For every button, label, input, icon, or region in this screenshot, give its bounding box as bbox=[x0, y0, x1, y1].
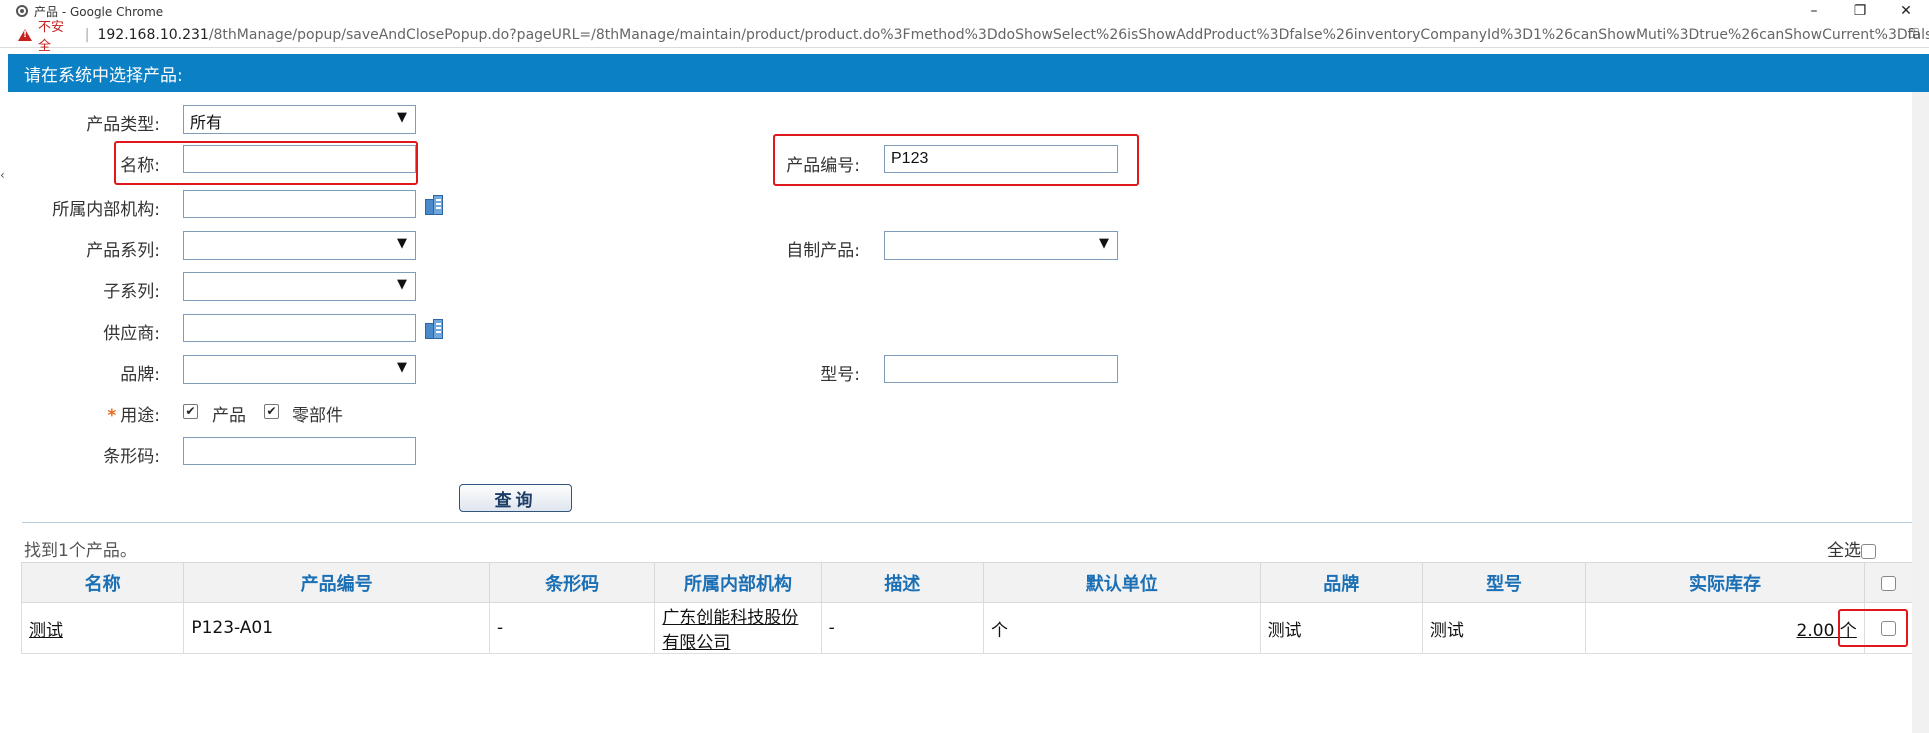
minimize-button[interactable]: – bbox=[1791, 0, 1837, 22]
window-titlebar: 产品 - Google Chrome – ❐ ✕ bbox=[0, 0, 1929, 22]
results-table: 名称 产品编号 条形码 所属内部机构 描述 默认单位 品牌 型号 实际库存 测试… bbox=[20, 562, 1915, 654]
address-bar[interactable]: 不安全 | 192.168.10.231 /8thManage/popup/sa… bbox=[0, 20, 1929, 54]
close-window-button[interactable]: ✕ bbox=[1883, 0, 1929, 22]
self-made-label: 自制产品: bbox=[786, 241, 860, 261]
warning-icon bbox=[18, 28, 32, 41]
key-icon[interactable]: ⚿ bbox=[1908, 26, 1919, 42]
column-header-barcode[interactable]: 条形码 bbox=[488, 562, 656, 603]
product-type-select[interactable]: 所有 ▼ bbox=[183, 105, 416, 134]
department-input[interactable] bbox=[183, 190, 416, 218]
window-controls: – ❐ ✕ bbox=[1791, 0, 1929, 22]
select-all-checkbox[interactable] bbox=[1861, 543, 1876, 559]
globe-icon bbox=[16, 5, 28, 17]
chevron-down-icon: ▼ bbox=[397, 236, 407, 251]
collapse-arrow-icon[interactable]: ‹ bbox=[0, 168, 5, 182]
security-label[interactable]: 不安全 bbox=[38, 16, 77, 54]
highlight-row-checkbox bbox=[1838, 609, 1908, 647]
product-series-label: 产品系列: bbox=[86, 241, 160, 261]
supplier-input[interactable] bbox=[183, 314, 416, 342]
url-path: /8thManage/popup/saveAndClosePopup.do?pa… bbox=[208, 26, 1929, 43]
product-code-input[interactable] bbox=[884, 145, 1118, 173]
select-all-label: 全选 bbox=[1827, 541, 1861, 561]
url-host: 192.168.10.231 bbox=[97, 26, 209, 43]
header-checkbox[interactable] bbox=[1881, 575, 1897, 591]
cell-name: 测试 bbox=[20, 602, 185, 654]
barcode-input[interactable] bbox=[183, 437, 416, 465]
restore-button[interactable]: ❐ bbox=[1837, 0, 1883, 22]
self-made-select[interactable]: ▼ bbox=[884, 231, 1118, 260]
usage-label-text: 用途: bbox=[120, 406, 160, 426]
table-row: 测试 P123-A01 - 广东创能科技股份有限公司 - 个 测试 测试 2.0… bbox=[20, 602, 1915, 654]
name-input[interactable] bbox=[183, 145, 416, 173]
chevron-down-icon: ▼ bbox=[1099, 236, 1109, 251]
product-type-value: 所有 bbox=[190, 113, 223, 132]
model-label: 型号: bbox=[820, 365, 860, 385]
cell-model: 测试 bbox=[1421, 602, 1587, 654]
divider bbox=[22, 522, 1915, 523]
table-header-row: 名称 产品编号 条形码 所属内部机构 描述 默认单位 品牌 型号 实际库存 bbox=[20, 562, 1915, 603]
column-header-department[interactable]: 所属内部机构 bbox=[654, 562, 822, 603]
cell-barcode: - bbox=[488, 602, 656, 654]
supplier-label: 供应商: bbox=[103, 324, 160, 344]
popup-header: 请在系统中选择产品: bbox=[8, 54, 1929, 92]
name-label: 名称: bbox=[120, 156, 160, 176]
usage-parts-checkbox[interactable]: ✔ bbox=[264, 404, 279, 419]
chevron-down-icon: ▼ bbox=[397, 360, 407, 375]
cell-brand: 测试 bbox=[1259, 602, 1423, 654]
brand-select[interactable]: ▼ bbox=[183, 355, 416, 384]
department-link[interactable]: 广东创能科技股份有限公司 bbox=[662, 608, 798, 653]
sub-series-label: 子系列: bbox=[103, 282, 160, 302]
column-header-brand[interactable]: 品牌 bbox=[1259, 562, 1423, 603]
column-header-stock[interactable]: 实际库存 bbox=[1585, 562, 1865, 603]
sub-series-select[interactable]: ▼ bbox=[183, 272, 416, 301]
column-header-code[interactable]: 产品编号 bbox=[183, 562, 490, 603]
scrollbar[interactable] bbox=[1912, 92, 1929, 733]
required-mark: * bbox=[107, 406, 117, 426]
brand-label: 品牌: bbox=[120, 365, 160, 385]
cell-description: - bbox=[820, 602, 984, 654]
cell-stock: 2.00 个 bbox=[1585, 602, 1865, 654]
column-header-model[interactable]: 型号 bbox=[1421, 562, 1587, 603]
column-header-description[interactable]: 描述 bbox=[820, 562, 984, 603]
usage-label: * 用途: bbox=[60, 401, 160, 426]
popup-title: 请在系统中选择产品: bbox=[24, 65, 183, 86]
usage-product-label: 产品 bbox=[212, 406, 246, 426]
column-header-select bbox=[1863, 562, 1915, 603]
select-all: 全选 bbox=[1827, 536, 1876, 561]
model-input[interactable] bbox=[884, 355, 1118, 383]
product-type-label: 产品类型: bbox=[86, 115, 160, 135]
chevron-down-icon: ▼ bbox=[397, 277, 407, 292]
product-name-link[interactable]: 测试 bbox=[29, 621, 63, 641]
column-header-unit[interactable]: 默认单位 bbox=[982, 562, 1261, 603]
product-code-label: 产品编号: bbox=[786, 156, 860, 176]
results-summary: 找到1个产品。 bbox=[24, 541, 137, 561]
cell-code: P123-A01 bbox=[183, 602, 490, 654]
cell-department: 广东创能科技股份有限公司 bbox=[654, 602, 822, 654]
column-header-name[interactable]: 名称 bbox=[20, 562, 185, 603]
chevron-down-icon: ▼ bbox=[397, 110, 407, 125]
url-separator: | bbox=[84, 26, 90, 43]
query-button[interactable]: 查询 bbox=[459, 484, 572, 512]
department-label: 所属内部机构: bbox=[52, 200, 160, 220]
barcode-label: 条形码: bbox=[103, 447, 160, 467]
department-picker-icon[interactable] bbox=[425, 195, 443, 215]
cell-unit: 个 bbox=[982, 602, 1261, 654]
product-series-select[interactable]: ▼ bbox=[183, 231, 416, 260]
supplier-picker-icon[interactable] bbox=[425, 319, 443, 339]
usage-product-checkbox[interactable]: ✔ bbox=[183, 404, 198, 419]
usage-parts-label: 零部件 bbox=[292, 406, 343, 426]
